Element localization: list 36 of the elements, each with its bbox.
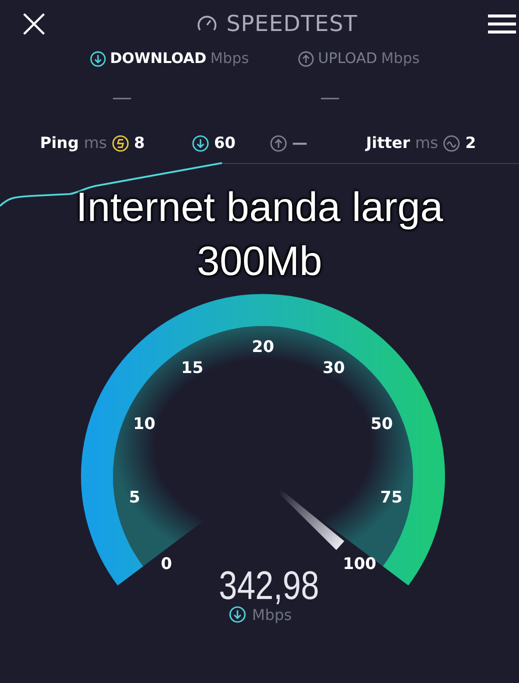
tick-label: 50 <box>370 414 393 434</box>
download-icon <box>230 607 245 622</box>
speed-unit: Mbps <box>252 606 292 624</box>
tick-label: 10 <box>133 414 156 434</box>
stat-unit: ms <box>415 134 438 152</box>
stat-value: 2 <box>465 134 476 152</box>
caption-text: 300Mb <box>196 238 322 284</box>
speed-value: — <box>320 84 341 109</box>
speed-value: — <box>112 84 133 109</box>
tick-label: 15 <box>181 358 204 377</box>
upload-icon <box>298 50 314 67</box>
app-title: SPEEDTEST <box>226 12 358 37</box>
tick-label: 20 <box>252 337 274 356</box>
gauge-needle <box>278 489 344 550</box>
jitter-icon <box>443 134 460 152</box>
speed-reading: 342,98 <box>218 562 320 608</box>
stat-value: 60 <box>214 134 236 152</box>
tick-label: 5 <box>129 487 140 506</box>
stat-label: Jitter <box>366 134 410 152</box>
tick-label: 30 <box>322 358 345 377</box>
stat-label: Ping <box>40 134 79 152</box>
stat-unit: ms <box>84 134 107 152</box>
tab[interactable]: UPLOAD Mbps <box>298 50 420 67</box>
tab[interactable]: DOWNLOAD Mbps <box>90 50 249 67</box>
close-button[interactable] <box>22 12 46 36</box>
menu-button[interactable] <box>488 13 516 36</box>
download-icon <box>90 50 106 67</box>
tick-label: 100 <box>342 554 376 573</box>
ping-icon <box>112 134 129 152</box>
upload-icon <box>270 134 287 152</box>
download-icon <box>192 134 209 152</box>
stat-value: 8 <box>134 134 145 152</box>
tick-label: 75 <box>380 487 403 506</box>
stat-value: — <box>292 134 308 152</box>
tick-label: 0 <box>160 554 172 573</box>
caption-text: Internet banda larga <box>76 184 443 230</box>
